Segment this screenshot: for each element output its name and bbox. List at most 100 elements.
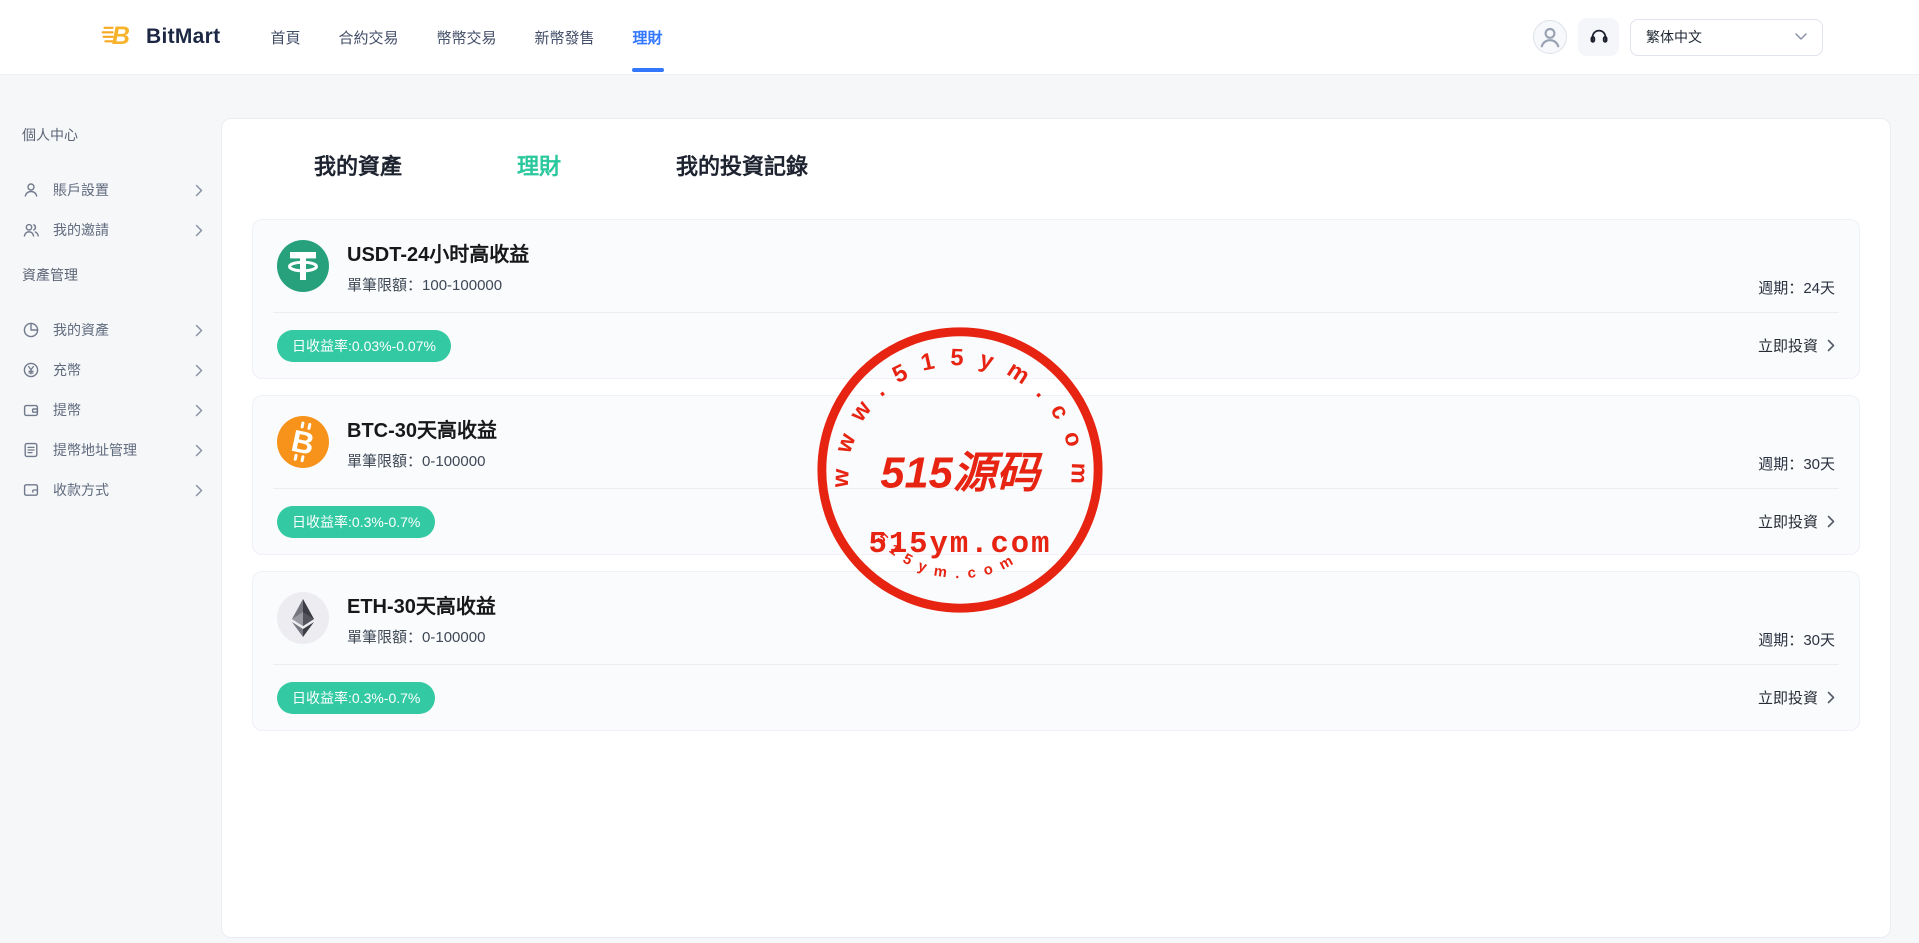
support-button[interactable] (1578, 18, 1619, 56)
chevron-right-icon (1827, 339, 1835, 352)
headset-icon (1588, 26, 1610, 48)
limit-value: 0-100000 (422, 453, 485, 470)
limit-value: 0-100000 (422, 629, 485, 646)
card-top-row: USDT-24小时高收益 單筆限額：100-100000 週期：24天 (253, 220, 1859, 312)
period-value: 30天 (1803, 632, 1835, 649)
period-value: 30天 (1803, 456, 1835, 473)
btc-coin-icon: B (277, 416, 329, 468)
invest-label: 立即投資 (1758, 511, 1818, 532)
chevron-right-icon (1827, 515, 1835, 528)
limit-label: 單筆限額： (347, 629, 422, 646)
brand-logo[interactable]: B BitMart (100, 17, 220, 58)
sidebar-item-my-assets[interactable]: 我的資產 (22, 310, 203, 350)
eth-coin-icon (277, 592, 329, 644)
product-limit: 單筆限額：0-100000 (347, 450, 497, 471)
card-top-row: B BTC-30天高收益 單筆限額：0-100000 週期：30天 (253, 396, 1859, 488)
product-period: 週期：24天 (1758, 277, 1835, 298)
address-list-icon (22, 441, 40, 459)
sidebar: 個人中心 賬戶設置 我的邀請 (0, 74, 221, 518)
language-value: 繁体中文 (1646, 27, 1702, 47)
product-limit: 單筆限額：0-100000 (347, 626, 496, 647)
product-period: 週期：30天 (1758, 453, 1835, 474)
sidebar-item-label: 賬戶設置 (53, 180, 109, 200)
wallet-icon (22, 401, 40, 419)
period-label: 週期： (1758, 280, 1803, 297)
sidebar-item-deposit[interactable]: 充幣 (22, 350, 203, 390)
daily-rate-badge: 日收益率:0.3%-0.7% (277, 506, 435, 538)
chevron-right-icon (195, 364, 203, 377)
chevron-right-icon (1827, 691, 1835, 704)
chevron-right-icon (195, 484, 203, 497)
nav-item-home[interactable]: 首頁 (270, 0, 300, 74)
main-nav: 首頁 合約交易 幣幣交易 新幣發售 理財 (270, 0, 662, 74)
invest-now-button[interactable]: 立即投資 (1758, 335, 1835, 356)
product-list: USDT-24小时高收益 單筆限額：100-100000 週期：24天 日收益率… (252, 219, 1860, 731)
nav-item-contract-trade[interactable]: 合約交易 (338, 0, 398, 74)
svg-text:B: B (112, 22, 130, 50)
product-title: BTC-30天高收益 (347, 414, 497, 443)
product-card-usdt: USDT-24小时高收益 單筆限額：100-100000 週期：24天 日收益率… (252, 219, 1860, 379)
invest-label: 立即投資 (1758, 687, 1818, 708)
top-header: B BitMart 首頁 合約交易 幣幣交易 新幣發售 理財 繁体中文 (0, 0, 1919, 74)
period-value: 24天 (1803, 280, 1835, 297)
card-bottom-row: 日收益率:0.3%-0.7% 立即投資 (253, 489, 1859, 554)
sidebar-item-label: 我的邀請 (53, 220, 109, 240)
sidebar-item-withdraw-address-management[interactable]: 提幣地址管理 (22, 430, 203, 470)
sidebar-item-payment-method[interactable]: 收款方式 (22, 470, 203, 510)
wealth-tabs: 我的資產 理財 我的投資記錄 (252, 149, 1860, 181)
tab-my-assets[interactable]: 我的資產 (314, 149, 402, 181)
sidebar-item-account-settings[interactable]: 賬戶設置 (22, 170, 203, 210)
sidebar-section-personal-center: 個人中心 (22, 126, 203, 144)
limit-label: 單筆限額： (347, 277, 422, 294)
invest-now-button[interactable]: 立即投資 (1758, 687, 1835, 708)
header-right-actions: 繁体中文 (1533, 18, 1823, 56)
daily-rate-badge: 日收益率:0.03%-0.07% (277, 330, 451, 362)
period-label: 週期： (1758, 456, 1803, 473)
deposit-coin-icon (22, 361, 40, 379)
product-title: USDT-24小时高收益 (347, 238, 529, 267)
sidebar-item-label: 我的資產 (53, 320, 109, 340)
chevron-down-icon (1795, 33, 1807, 41)
nav-item-new-coin-sale[interactable]: 新幣發售 (534, 0, 594, 74)
tab-my-investment-records[interactable]: 我的投資記錄 (676, 149, 808, 181)
sidebar-item-label: 提幣 (53, 400, 81, 420)
limit-value: 100-100000 (422, 277, 502, 294)
sidebar-item-label: 收款方式 (53, 480, 109, 500)
product-card-eth: ETH-30天高收益 單筆限額：0-100000 週期：30天 日收益率:0.3… (252, 571, 1860, 731)
user-icon (22, 181, 40, 199)
sidebar-item-my-invitation[interactable]: 我的邀請 (22, 210, 203, 250)
period-label: 週期： (1758, 632, 1803, 649)
brand-name: BitMart (146, 25, 220, 49)
sidebar-item-label: 提幣地址管理 (53, 440, 137, 460)
tab-wealth[interactable]: 理財 (517, 149, 561, 181)
nav-item-wealth[interactable]: 理財 (633, 0, 663, 74)
chevron-right-icon (195, 224, 203, 237)
chevron-right-icon (195, 444, 203, 457)
pie-chart-icon (22, 321, 40, 339)
card-bottom-row: 日收益率:0.3%-0.7% 立即投資 (253, 665, 1859, 730)
product-period: 週期：30天 (1758, 629, 1835, 650)
product-limit: 單筆限額：100-100000 (347, 274, 529, 295)
language-selector[interactable]: 繁体中文 (1630, 19, 1823, 56)
daily-rate-badge: 日收益率:0.3%-0.7% (277, 682, 435, 714)
card-top-row: ETH-30天高收益 單筆限額：0-100000 週期：30天 (253, 572, 1859, 664)
user-avatar[interactable] (1533, 20, 1567, 54)
product-card-btc: B BTC-30天高收益 單筆限額：0-100000 週期：30天 (252, 395, 1860, 555)
bitmart-logo-icon: B (100, 17, 136, 58)
sidebar-item-label: 充幣 (53, 360, 81, 380)
invest-label: 立即投資 (1758, 335, 1818, 356)
invest-now-button[interactable]: 立即投資 (1758, 511, 1835, 532)
wealth-panel: 我的資產 理財 我的投資記錄 USDT-24 (221, 118, 1891, 938)
chevron-right-icon (195, 404, 203, 417)
sidebar-section-asset-management: 資產管理 (22, 266, 203, 284)
person-icon (1534, 20, 1566, 54)
product-title: ETH-30天高收益 (347, 590, 496, 619)
sidebar-item-withdraw[interactable]: 提幣 (22, 390, 203, 430)
nav-item-spot-trade[interactable]: 幣幣交易 (436, 0, 496, 74)
chevron-right-icon (195, 324, 203, 337)
payment-card-icon (22, 481, 40, 499)
usdt-coin-icon (277, 240, 329, 292)
users-icon (22, 221, 40, 239)
card-bottom-row: 日收益率:0.03%-0.07% 立即投資 (253, 313, 1859, 378)
limit-label: 單筆限額： (347, 453, 422, 470)
